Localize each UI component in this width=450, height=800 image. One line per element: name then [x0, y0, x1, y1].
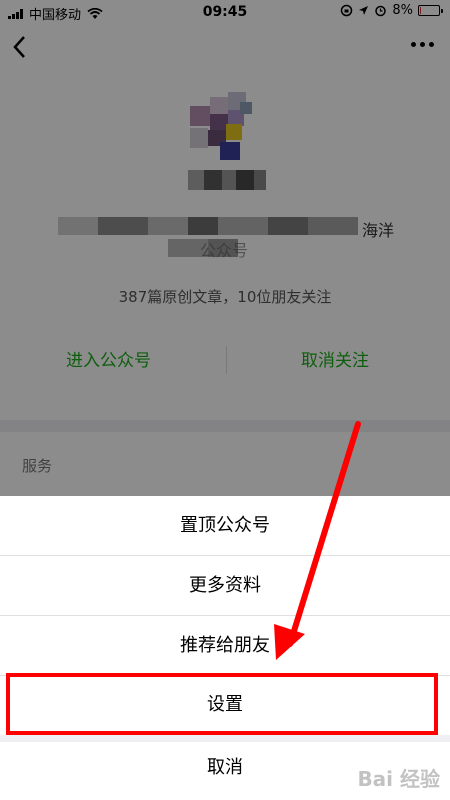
settings-highlight-box — [6, 673, 438, 735]
recommend-to-friend-option[interactable]: 推荐给朋友 — [0, 616, 450, 675]
pin-account-option[interactable]: 置顶公众号 — [0, 496, 450, 555]
action-sheet: 置顶公众号 更多资料 推荐给朋友 设置 取消 — [0, 496, 450, 800]
watermark-logo: Bai 经验 — [357, 767, 440, 791]
more-info-option[interactable]: 更多资料 — [0, 556, 450, 615]
